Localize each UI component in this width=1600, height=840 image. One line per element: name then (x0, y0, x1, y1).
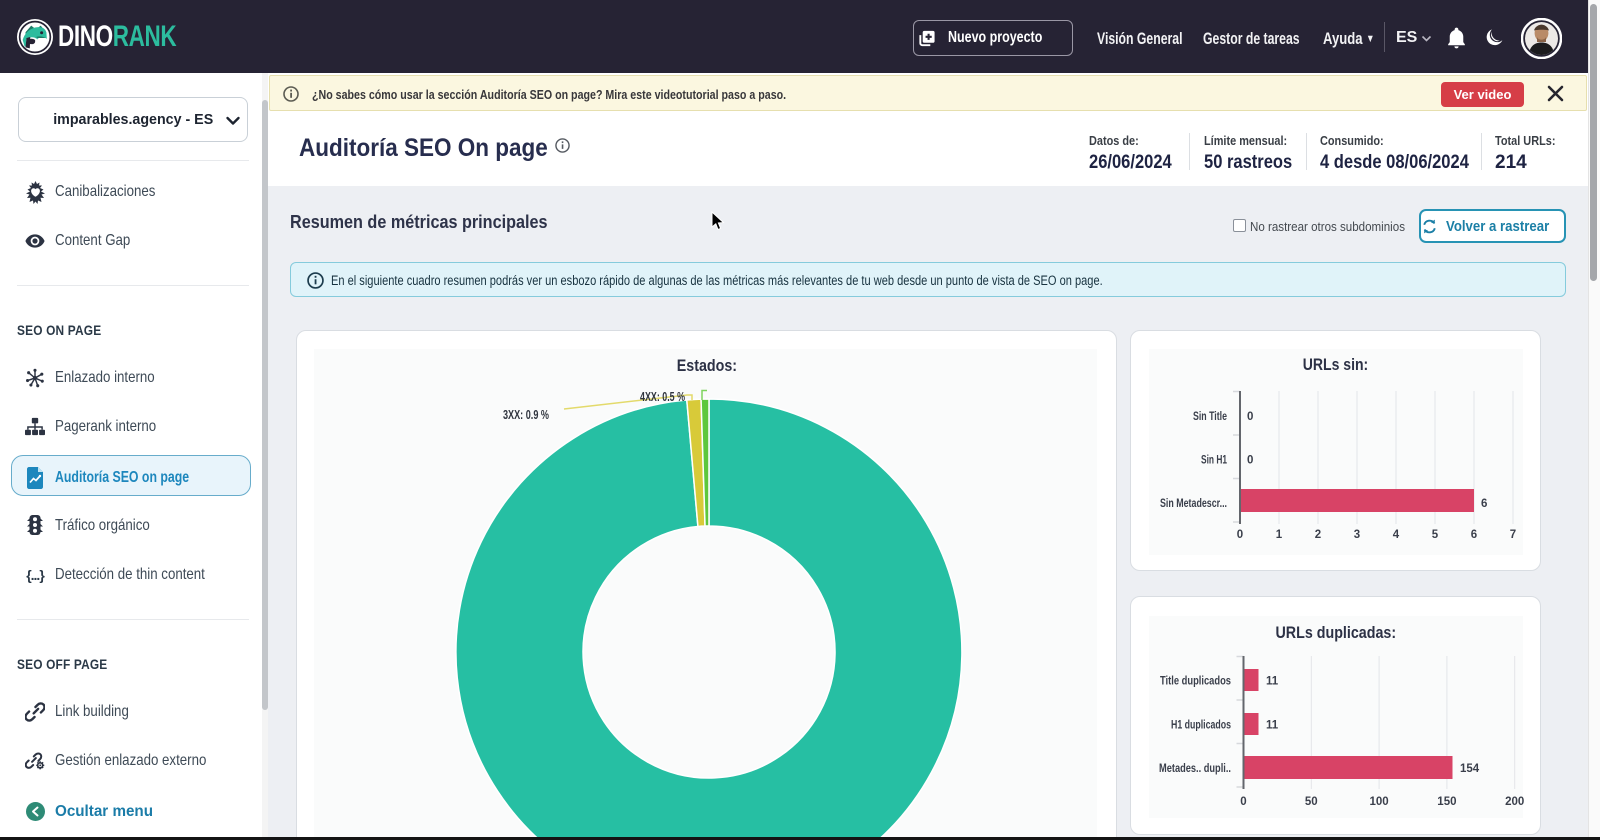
svg-text:4XX: 0.5 %: 4XX: 0.5 % (640, 390, 685, 404)
svg-text:2: 2 (1315, 529, 1321, 541)
svg-text:200: 200 (1505, 796, 1524, 808)
svg-text:50: 50 (1305, 796, 1318, 808)
svg-text:1: 1 (1276, 529, 1283, 541)
svg-text:4: 4 (1393, 529, 1400, 541)
svg-text:Metades.. dupli..: Metades.. dupli.. (1159, 763, 1231, 775)
svg-text:11: 11 (1266, 676, 1279, 688)
svg-text:3: 3 (1354, 529, 1360, 541)
svg-text:6: 6 (1471, 529, 1477, 541)
svg-text:Sin H1: Sin H1 (1201, 455, 1227, 467)
svg-text:0: 0 (1240, 796, 1246, 808)
svg-text:0: 0 (1247, 411, 1253, 423)
svg-text:Sin Title: Sin Title (1193, 411, 1227, 423)
svg-text:7: 7 (1510, 529, 1516, 541)
svg-text:0: 0 (1247, 455, 1253, 467)
svg-text:Title duplicados: Title duplicados (1160, 676, 1231, 688)
svg-text:3XX: 0.9 %: 3XX: 0.9 % (503, 408, 549, 422)
svg-text:100: 100 (1370, 796, 1389, 808)
svg-text:150: 150 (1437, 796, 1456, 808)
svg-text:11: 11 (1266, 720, 1279, 732)
svg-text:5: 5 (1432, 529, 1439, 541)
svg-text:0: 0 (1237, 529, 1243, 541)
svg-text:H1 duplicados: H1 duplicados (1171, 720, 1231, 732)
svg-text:154: 154 (1460, 763, 1480, 775)
svg-text:6: 6 (1481, 498, 1487, 510)
svg-text:Sin Metadescr...: Sin Metadescr... (1160, 498, 1227, 510)
